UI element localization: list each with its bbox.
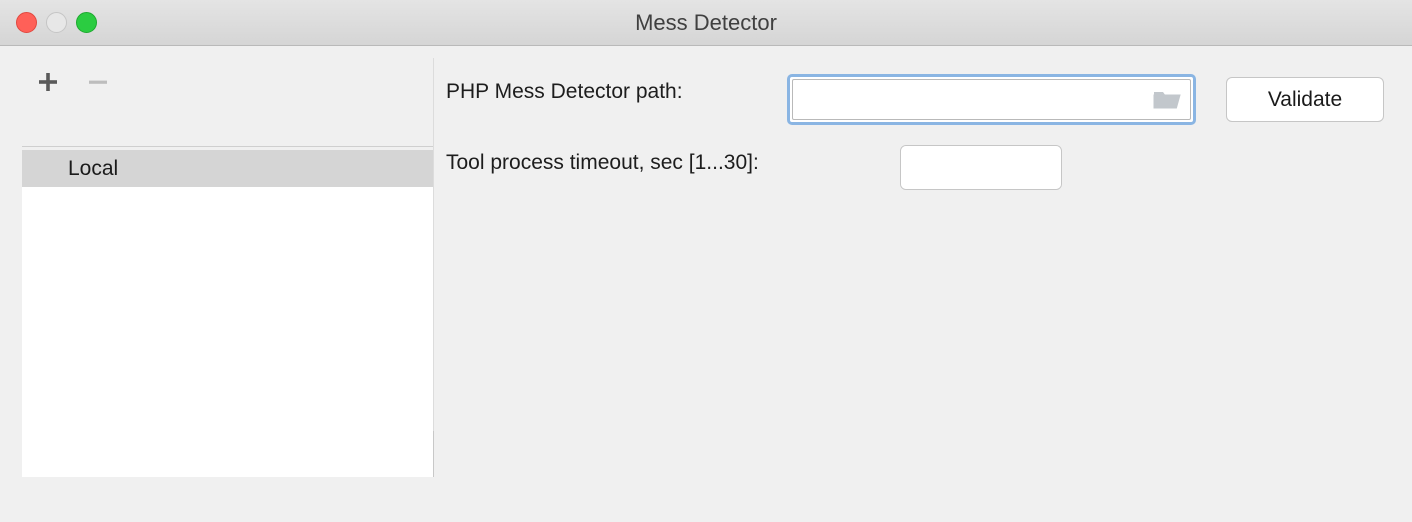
timeout-field-label: Tool process timeout, sec [1...30]: bbox=[446, 151, 759, 174]
list-item-label: Local bbox=[68, 156, 119, 180]
window-title: Mess Detector bbox=[635, 10, 777, 35]
titlebar: Mess Detector bbox=[0, 0, 1412, 46]
panel-divider bbox=[433, 58, 434, 431]
add-button[interactable] bbox=[34, 68, 62, 96]
timeout-stepper[interactable] bbox=[900, 145, 1062, 190]
toolbar-divider bbox=[22, 146, 434, 147]
list-toolbar bbox=[22, 62, 434, 102]
validate-button[interactable]: Validate bbox=[1226, 77, 1384, 122]
interpreters-list[interactable]: Local bbox=[22, 150, 434, 477]
footer: ? Cancel Apply OK bbox=[0, 431, 1412, 522]
mess-detector-dialog: Mess Detector Local PHP Mess Detector pa… bbox=[0, 0, 1412, 522]
path-input[interactable] bbox=[801, 87, 1146, 112]
timeout-input[interactable] bbox=[901, 146, 1061, 189]
path-field-label: PHP Mess Detector path: bbox=[446, 80, 683, 103]
list-item[interactable]: Local bbox=[22, 150, 433, 187]
folder-icon[interactable] bbox=[1153, 89, 1181, 111]
interpreters-panel: Local bbox=[0, 46, 434, 477]
path-input-container[interactable] bbox=[787, 74, 1196, 125]
path-row: PHP Mess Detector path: bbox=[446, 80, 683, 104]
plus-icon bbox=[36, 70, 60, 94]
minus-icon bbox=[86, 70, 110, 94]
timeout-row: Tool process timeout, sec [1...30]: bbox=[446, 151, 759, 175]
remove-button[interactable] bbox=[84, 68, 112, 96]
settings-form: PHP Mess Detector path: Validate Tool pr… bbox=[446, 46, 1412, 431]
